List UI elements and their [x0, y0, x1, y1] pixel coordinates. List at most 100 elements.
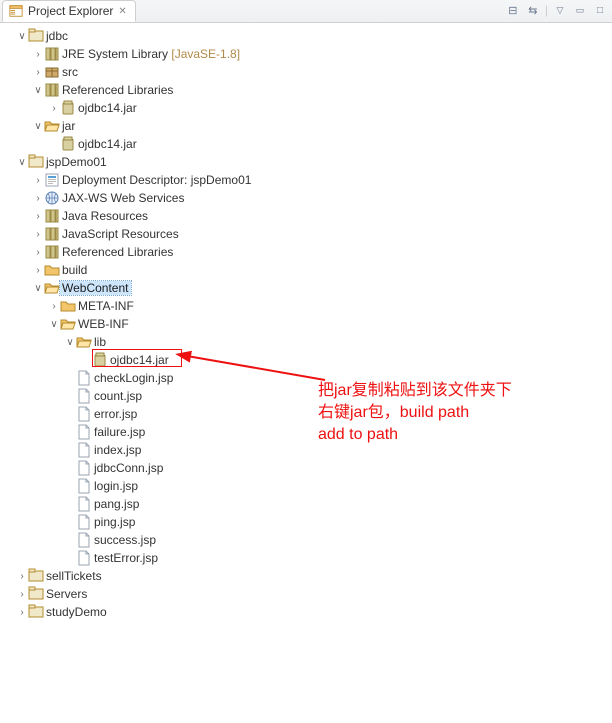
folder-closed-icon — [60, 298, 76, 314]
expand-toggle[interactable]: › — [32, 264, 44, 276]
file-icon — [76, 370, 92, 386]
tree-label: login.jsp — [92, 479, 138, 493]
tree-label: jar — [60, 119, 75, 133]
tree-label: ojdbc14.jar — [76, 137, 137, 151]
expand-toggle[interactable]: › — [32, 174, 44, 186]
tree-item-jar[interactable]: › ojdbc14.jar — [0, 135, 612, 153]
view-tab-label: Project Explorer — [28, 4, 113, 18]
tree-label: jdbc — [44, 29, 68, 43]
tree-label: index.jsp — [92, 443, 141, 457]
tree-item-file[interactable]: ›failure.jsp — [0, 423, 612, 441]
tree-item-webinf[interactable]: ∨ WEB-INF — [0, 315, 612, 333]
link-editor-button[interactable]: ⇆ — [525, 2, 541, 18]
expand-toggle[interactable]: › — [32, 246, 44, 258]
file-icon — [76, 424, 92, 440]
tree-label: Referenced Libraries — [60, 245, 173, 259]
tree-item-jspdemo01[interactable]: ∨ jspDemo01 — [0, 153, 612, 171]
expand-toggle[interactable]: › — [32, 48, 44, 60]
tree-item-lib-ojdbc[interactable]: › ojdbc14.jar — [0, 351, 612, 369]
tree-item-servers[interactable]: › Servers — [0, 585, 612, 603]
project-icon — [28, 154, 44, 170]
tree-label: ojdbc14.jar — [108, 353, 169, 367]
expand-toggle[interactable]: › — [48, 300, 60, 312]
close-icon[interactable]: ✕ — [118, 6, 126, 17]
tree-item-file[interactable]: ›success.jsp — [0, 531, 612, 549]
minimize-view-button[interactable]: ▭ — [572, 2, 588, 18]
tree-item-src[interactable]: › src — [0, 63, 612, 81]
file-icon — [76, 514, 92, 530]
project-icon — [28, 604, 44, 620]
jar-icon — [60, 136, 76, 152]
tree-label: jdbcConn.jsp — [92, 461, 163, 475]
tree-item-file[interactable]: ›error.jsp — [0, 405, 612, 423]
expand-toggle[interactable]: › — [16, 588, 28, 600]
tree-item-studydemo[interactable]: › studyDemo — [0, 603, 612, 621]
tree-item-metainf[interactable]: › META-INF — [0, 297, 612, 315]
tree-item-file[interactable]: ›index.jsp — [0, 441, 612, 459]
tree-item-jar[interactable]: › ojdbc14.jar — [0, 99, 612, 117]
tree-label: pang.jsp — [92, 497, 139, 511]
library-icon — [44, 226, 60, 242]
expand-toggle[interactable]: › — [16, 570, 28, 582]
tree-item-file[interactable]: ›login.jsp — [0, 477, 612, 495]
view-menu-button[interactable]: ▽ — [552, 2, 568, 18]
tree-item-jre[interactable]: › JRE System Library [JavaSE-1.8] — [0, 45, 612, 63]
expand-toggle[interactable]: ∨ — [32, 282, 44, 294]
expand-toggle[interactable]: ∨ — [32, 84, 44, 96]
expand-toggle[interactable]: › — [32, 192, 44, 204]
file-icon — [76, 532, 92, 548]
folder-open-icon — [60, 316, 76, 332]
collapse-all-button[interactable]: ⊟ — [505, 2, 521, 18]
expand-toggle[interactable]: › — [48, 102, 60, 114]
tree-item-jar-folder[interactable]: ∨ jar — [0, 117, 612, 135]
expand-toggle[interactable]: ∨ — [16, 30, 28, 42]
tree-item-jsres[interactable]: › JavaScript Resources — [0, 225, 612, 243]
library-icon — [44, 244, 60, 260]
tree-item-file[interactable]: ›testError.jsp — [0, 549, 612, 567]
expand-toggle[interactable]: ∨ — [16, 156, 28, 168]
tree-label: checkLogin.jsp — [92, 371, 173, 385]
project-tree[interactable]: ∨ jdbc › JRE System Library [JavaSE-1.8]… — [0, 23, 612, 621]
tree-item-file[interactable]: ›checkLogin.jsp — [0, 369, 612, 387]
expand-toggle[interactable]: ∨ — [32, 120, 44, 132]
tree-item-file[interactable]: ›jdbcConn.jsp — [0, 459, 612, 477]
tree-item-reflib[interactable]: ∨ Referenced Libraries — [0, 81, 612, 99]
tree-item-javares[interactable]: › Java Resources — [0, 207, 612, 225]
tree-item-reflib[interactable]: › Referenced Libraries — [0, 243, 612, 261]
tree-item-lib[interactable]: ∨ lib — [0, 333, 612, 351]
view-toolbar: ⊟ ⇆ | ▽ ▭ □ — [505, 2, 608, 18]
tree-label: Deployment Descriptor: jspDemo01 — [60, 173, 251, 187]
expand-toggle[interactable]: ∨ — [48, 318, 60, 330]
expand-toggle[interactable]: › — [32, 66, 44, 78]
jar-icon — [92, 352, 108, 368]
tree-item-jdbc[interactable]: ∨ jdbc — [0, 27, 612, 45]
expand-toggle[interactable]: ∨ — [64, 336, 76, 348]
tree-label: lib — [92, 335, 106, 349]
folder-open-icon — [44, 118, 60, 134]
tree-label: src — [60, 65, 78, 79]
tree-item-webcontent[interactable]: ∨ WebContent — [0, 279, 612, 297]
tree-label: failure.jsp — [92, 425, 145, 439]
tree-item-build[interactable]: › build — [0, 261, 612, 279]
tree-label: Java Resources — [60, 209, 148, 223]
expand-toggle[interactable]: › — [32, 210, 44, 222]
view-tab-project-explorer[interactable]: Project Explorer ✕ — [2, 0, 136, 22]
tree-item-file[interactable]: ›pang.jsp — [0, 495, 612, 513]
tree-item-selltickets[interactable]: › sellTickets — [0, 567, 612, 585]
project-icon — [28, 28, 44, 44]
tree-label: JRE System Library [JavaSE-1.8] — [60, 47, 240, 61]
tree-item-file[interactable]: ›count.jsp — [0, 387, 612, 405]
maximize-view-button[interactable]: □ — [592, 2, 608, 18]
tree-item-file[interactable]: ›ping.jsp — [0, 513, 612, 531]
tree-label: jspDemo01 — [44, 155, 107, 169]
expand-toggle[interactable]: › — [32, 228, 44, 240]
tree-label: META-INF — [76, 299, 134, 313]
tree-label: sellTickets — [44, 569, 102, 583]
expand-toggle[interactable]: › — [16, 606, 28, 618]
tree-label: ping.jsp — [92, 515, 135, 529]
tree-label: studyDemo — [44, 605, 107, 619]
tree-item-depdesc[interactable]: › Deployment Descriptor: jspDemo01 — [0, 171, 612, 189]
navigator-icon — [9, 4, 23, 18]
tree-item-jaxws[interactable]: › JAX-WS Web Services — [0, 189, 612, 207]
tree-label: WEB-INF — [76, 317, 129, 331]
